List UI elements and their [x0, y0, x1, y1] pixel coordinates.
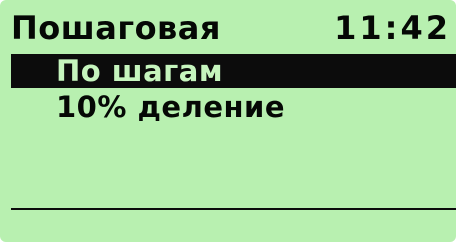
menu-item-label: 10% деление — [56, 90, 286, 124]
screen-title: Пошаговая — [11, 9, 221, 47]
menu-item-10-percent-division[interactable]: 10% деление — [11, 90, 456, 124]
header-bar: Пошаговая 11:42 — [11, 6, 451, 50]
menu-list: По шагам 10% деление — [11, 54, 456, 124]
lcd-screen: Пошаговая 11:42 По шагам 10% деление — [0, 0, 456, 242]
menu-item-step-by-step[interactable]: По шагам — [11, 54, 456, 88]
menu-item-label: По шагам — [56, 54, 224, 88]
status-divider — [11, 208, 456, 210]
status-area — [11, 212, 456, 242]
clock-time: 11:42 — [334, 9, 451, 47]
